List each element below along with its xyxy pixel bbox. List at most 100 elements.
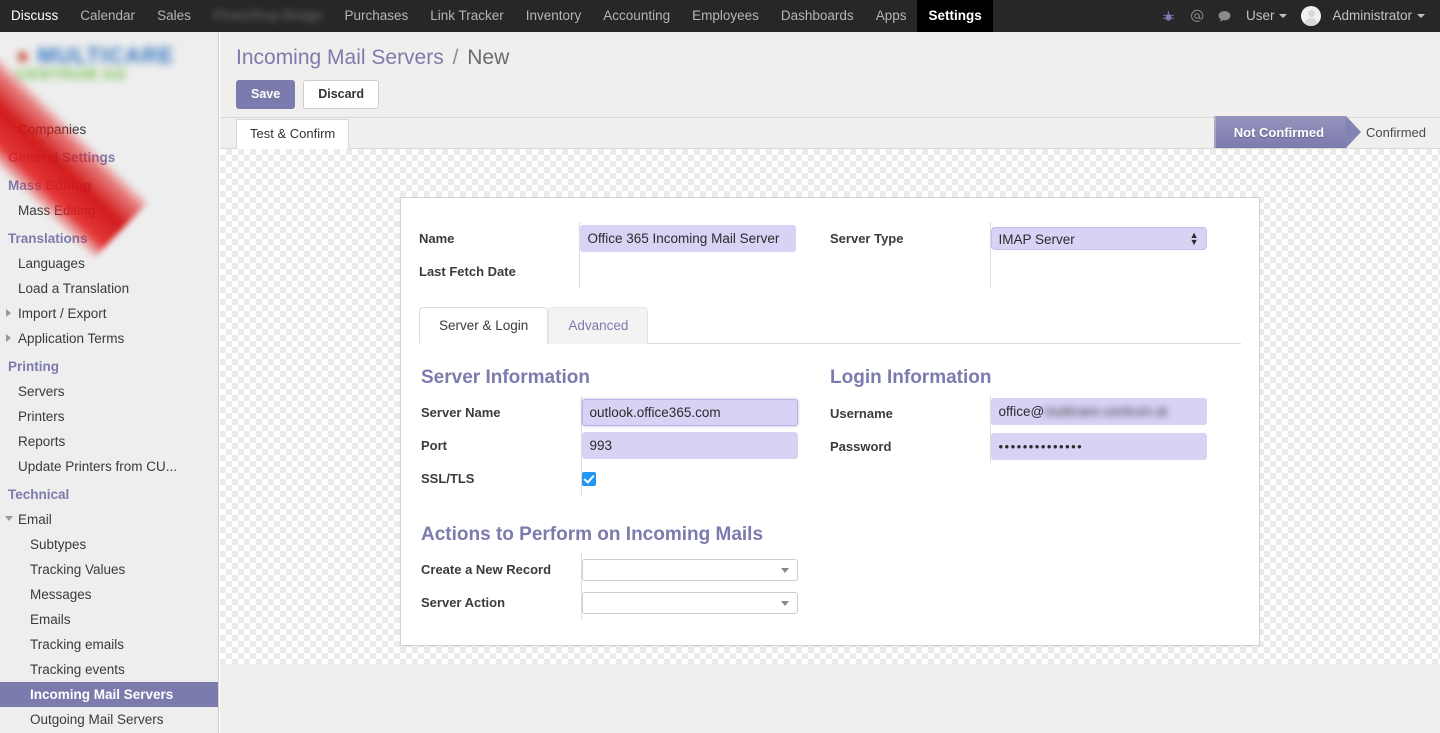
nav-item-apps[interactable]: Apps: [865, 0, 918, 32]
sidebar-item-tracking-emails[interactable]: Tracking emails: [0, 632, 218, 657]
breadcrumb-root[interactable]: Incoming Mail Servers: [236, 46, 444, 69]
nav-item-photoshop-bridge[interactable]: PhotoShop Bridge: [202, 0, 334, 32]
sidebar-item-mass-editing[interactable]: Mass Editing: [0, 198, 218, 223]
sidebar-item-label: Tracking Values: [30, 562, 126, 577]
status-bar: Not Confirmed Confirmed: [1213, 116, 1440, 148]
nav-item-calendar[interactable]: Calendar: [69, 0, 146, 32]
bug-icon[interactable]: [1155, 0, 1183, 32]
sidebar-section-translations: Translations: [8, 231, 88, 246]
sidebar-item-label: Mass Editing: [18, 203, 96, 218]
chevron-down-icon[interactable]: [5, 516, 13, 525]
save-button[interactable]: Save: [236, 80, 296, 109]
notebook: Server & Login Advanced Server Informatio…: [419, 306, 1241, 619]
sidebar-item-tracking-values[interactable]: Tracking Values: [0, 557, 218, 582]
field-row-password: Password ••••••••••••••: [830, 430, 1239, 463]
header-left-column: Name Last Fetch Date: [419, 222, 830, 288]
chat-bubble-icon[interactable]: [1211, 0, 1239, 32]
discard-button[interactable]: Discard: [303, 80, 380, 109]
sidebar-item-label: Email: [18, 512, 52, 527]
tab-server-login[interactable]: Server & Login: [419, 307, 549, 344]
sidebar-item-outgoing-mail-servers[interactable]: Outgoing Mail Servers: [0, 707, 218, 732]
field-row-create-new-record: Create a New Record: [421, 553, 830, 586]
port-input[interactable]: [581, 432, 798, 459]
avatar: [1301, 6, 1322, 26]
sidebar-item-application-terms[interactable]: Application Terms: [0, 326, 218, 351]
breadcrumb-separator: /: [452, 46, 459, 69]
name-input[interactable]: [579, 225, 796, 252]
actions-section-title: Actions to Perform on Incoming Mails: [421, 524, 764, 545]
password-label: Password: [830, 439, 892, 454]
username-input[interactable]: office@multicare-centrum.at: [990, 398, 1207, 425]
password-input[interactable]: ••••••••••••••: [990, 433, 1207, 460]
nav-item-accounting[interactable]: Accounting: [592, 0, 681, 32]
field-row-server-type: Server Type IMAP ServerPOP ServerLocal S…: [830, 222, 1241, 255]
sidebar-item-incoming-mail-servers[interactable]: Incoming Mail Servers: [0, 682, 218, 707]
nav-item-link-tracker[interactable]: Link Tracker: [419, 0, 515, 32]
sidebar-item-reports[interactable]: Reports: [0, 429, 218, 454]
server-login-group: Server Information Server Name Port: [421, 366, 1239, 495]
chevron-right-icon[interactable]: [6, 309, 11, 317]
status-step-not-confirmed[interactable]: Not Confirmed: [1213, 116, 1362, 148]
header-field-group: Name Last Fetch Date: [419, 222, 1241, 288]
incoming-mail-actions-group: Actions to Perform on Incoming Mails Cre…: [421, 523, 1239, 619]
username-redacted-part: multicare-centrum.at: [1044, 404, 1168, 419]
sidebar-item-label: Printers: [18, 409, 65, 424]
sidebar-item-subtypes[interactable]: Subtypes: [0, 532, 218, 557]
user-menu[interactable]: User: [1239, 0, 1295, 32]
sidebar-item-label: Outgoing Mail Servers: [30, 712, 164, 727]
at-icon[interactable]: [1183, 0, 1211, 32]
sidebar-item-servers[interactable]: Servers: [0, 379, 218, 404]
field-row-last-fetch-date: Last Fetch Date: [419, 255, 830, 288]
nav-item-sales[interactable]: Sales: [146, 0, 202, 32]
sidebar-item-load-a-translation[interactable]: Load a Translation: [0, 276, 218, 301]
nav-item-settings[interactable]: Settings: [917, 0, 993, 32]
form-sheet-wrapper: Name Last Fetch Date: [220, 149, 1440, 646]
sidebar-item-email[interactable]: Email: [0, 507, 218, 532]
sidebar-item-label: Messages: [30, 587, 92, 602]
sidebar-section-printing: Printing: [8, 359, 59, 374]
sidebar-item-messages[interactable]: Messages: [0, 582, 218, 607]
chevron-down-icon: [1417, 14, 1425, 18]
nav-item-purchases[interactable]: Purchases: [333, 0, 419, 32]
sidebar-item-languages[interactable]: Languages: [0, 251, 218, 276]
main-content: Incoming Mail Servers / New Save Discard…: [220, 32, 1440, 733]
sidebar-item-label: Import / Export: [18, 306, 107, 321]
sidebar-item-label: Languages: [18, 256, 85, 271]
status-step-label: Not Confirmed: [1233, 124, 1325, 140]
sidebar-section-mass-editing: Mass Editing: [8, 178, 92, 193]
sidebar-item-label: Update Printers from CU...: [18, 459, 178, 474]
navbar-right-tools: User Administrator: [1155, 0, 1440, 32]
sidebar-item-printers[interactable]: Printers: [0, 404, 218, 429]
server-type-select[interactable]: IMAP ServerPOP ServerLocal ServerGmail O…: [990, 227, 1207, 250]
chevron-down-icon: [1279, 14, 1288, 18]
server-action-label: Server Action: [421, 595, 506, 610]
sidebar-section-general-settings: General Settings: [8, 150, 116, 165]
tab-advanced[interactable]: Advanced: [548, 307, 649, 344]
sidebar-item-companies[interactable]: Companies: [0, 117, 218, 142]
sidebar-item-tracking-events[interactable]: Tracking events: [0, 657, 218, 682]
test-and-confirm-button[interactable]: Test & Confirm: [236, 119, 350, 149]
sidebar-item-label: Emails: [30, 612, 71, 627]
create-new-record-label: Create a New Record: [421, 562, 552, 577]
nav-item-dashboards[interactable]: Dashboards: [770, 0, 865, 32]
breadcrumb: Incoming Mail Servers / New: [236, 44, 1440, 72]
status-step-label: Confirmed: [1366, 124, 1426, 140]
server-name-input[interactable]: [581, 399, 798, 426]
nav-item-employees[interactable]: Employees: [681, 0, 770, 32]
notebook-page-server-login: Server Information Server Name Port: [419, 344, 1241, 619]
ssl-tls-checkbox[interactable]: [581, 472, 596, 487]
nav-item-discuss[interactable]: Discuss: [0, 0, 69, 32]
field-row-name: Name: [419, 222, 830, 255]
logo-line-1: ● MULTICARE: [16, 43, 175, 68]
last-fetch-date-label: Last Fetch Date: [419, 264, 516, 279]
account-menu[interactable]: Administrator: [1294, 0, 1432, 32]
sidebar-item-update-printers-from-cu[interactable]: Update Printers from CU...: [0, 454, 218, 479]
logo-line-2: CENTRUM AG: [16, 66, 128, 84]
create-new-record-dropdown[interactable]: [581, 558, 798, 581]
sidebar-item-import-export[interactable]: Import / Export: [0, 301, 218, 326]
chevron-right-icon[interactable]: [6, 334, 11, 342]
server-action-dropdown[interactable]: [581, 591, 798, 614]
port-label: Port: [421, 438, 447, 453]
nav-item-inventory[interactable]: Inventory: [515, 0, 593, 32]
sidebar-item-emails[interactable]: Emails: [0, 607, 218, 632]
